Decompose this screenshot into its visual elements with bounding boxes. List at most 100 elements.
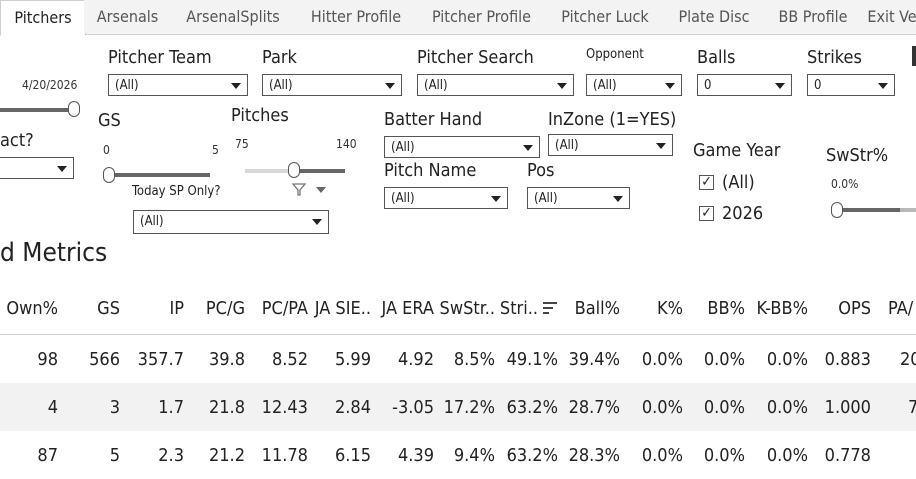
col-ja-siera[interactable]: JA SIE.. — [315, 298, 371, 319]
gs-label: GS — [98, 110, 121, 131]
opponent-dropdown[interactable]: (All) — [586, 74, 682, 96]
cell: 566 — [89, 349, 120, 370]
batter-hand-dropdown[interactable]: (All) — [384, 136, 540, 158]
pitcher-search-dropdown[interactable]: (All) — [417, 74, 574, 96]
cell: 0.0% — [641, 349, 683, 370]
tab-arsenalsplits[interactable]: ArsenalSplits — [171, 0, 296, 33]
tab-bar: Pitchers Arsenals ArsenalSplits Hitter P… — [0, 0, 916, 36]
col-pc-g[interactable]: PC/G — [206, 298, 245, 319]
chevron-down-icon — [57, 166, 67, 172]
swstr-slider-fill — [838, 208, 900, 212]
today-sp-dropdown[interactable]: (All) — [133, 210, 329, 234]
gs-slider-handle[interactable] — [103, 167, 115, 183]
inzone-label: InZone (1=YES) — [548, 109, 677, 130]
park-dropdown[interactable]: (All) — [262, 74, 402, 96]
col-pc-pa[interactable]: PC/PA — [262, 298, 308, 319]
pos-value: (All) — [534, 191, 558, 206]
cell: 21.2 — [208, 445, 245, 466]
col-ops[interactable]: OPS — [838, 298, 871, 319]
date-slider-fill — [0, 108, 72, 112]
tab-hitter-profile[interactable]: Hitter Profile — [295, 0, 418, 33]
pitches-label: Pitches — [231, 105, 289, 126]
opponent-label: Opponent — [586, 47, 644, 62]
cell: 4.39 — [397, 445, 434, 466]
section-title: d Metrics — [0, 238, 108, 268]
pitcher-team-label: Pitcher Team — [108, 47, 212, 68]
table-row[interactable]: 98 566 357.7 39.8 8.52 5.99 4.92 8.5% 49… — [0, 335, 916, 383]
cell: 9.4% — [453, 445, 495, 466]
chevron-down-icon — [491, 196, 501, 202]
pitcher-team-value: (All) — [115, 78, 139, 93]
balls-dropdown[interactable]: 0 — [697, 74, 792, 96]
sort-icon[interactable] — [543, 301, 557, 315]
pitch-name-dropdown[interactable]: (All) — [384, 187, 508, 209]
balls-label: Balls — [697, 47, 736, 68]
col-swstr[interactable]: SwStr.. — [440, 298, 495, 319]
cell: 39.4% — [568, 349, 620, 370]
cell: 28.3% — [568, 445, 620, 466]
contact-dropdown[interactable] — [0, 157, 74, 179]
col-ball-pct[interactable]: Ball% — [575, 298, 620, 319]
cell: 6.15 — [334, 445, 371, 466]
cell: 0.0% — [641, 445, 683, 466]
cell: 11.78 — [261, 445, 308, 466]
tab-pitcher-profile[interactable]: Pitcher Profile — [417, 0, 547, 33]
chevron-down-icon — [878, 83, 888, 89]
tab-pitcher-luck[interactable]: Pitcher Luck — [546, 0, 665, 33]
cell: 0.883 — [824, 349, 871, 370]
cell: 39.8 — [208, 349, 245, 370]
col-own-pct[interactable]: Own% — [6, 298, 58, 319]
pos-dropdown[interactable]: (All) — [527, 187, 630, 209]
cell: 17.2% — [443, 397, 495, 418]
col-ja-era[interactable]: JA ERA — [382, 298, 435, 319]
batter-hand-value: (All) — [391, 140, 415, 155]
col-bb-pct[interactable]: BB% — [707, 298, 745, 319]
tab-pitchers[interactable]: Pitchers — [0, 0, 86, 36]
pos-label: Pos — [527, 160, 555, 181]
col-strike-pct[interactable]: Stri.. — [500, 298, 538, 319]
gs-min: 0 — [103, 143, 110, 157]
cell: 2.84 — [334, 397, 371, 418]
swstr-min: 0.0% — [831, 177, 859, 191]
chevron-down-icon — [557, 83, 567, 89]
pitcher-team-dropdown[interactable]: (All) — [108, 74, 248, 96]
strikes-value: 0 — [814, 78, 822, 93]
strikes-dropdown[interactable]: 0 — [807, 74, 895, 96]
park-label: Park — [262, 47, 297, 68]
pitches-slider-fill — [293, 169, 345, 173]
pitcher-search-label: Pitcher Search — [417, 47, 534, 68]
tab-arsenals[interactable]: Arsenals — [84, 0, 172, 33]
game-year-all-checkbox[interactable]: ✓ — [699, 175, 714, 190]
table-row[interactable]: 4 3 1.7 21.8 12.43 2.84 -3.05 17.2% 63.2… — [0, 383, 916, 431]
col-k-bb-pct[interactable]: K-BB% — [756, 298, 808, 319]
col-gs[interactable]: GS — [97, 298, 120, 319]
pitches-slider-track — [245, 169, 293, 173]
inzone-dropdown[interactable]: (All) — [548, 134, 673, 156]
tab-exit-velo[interactable]: Exit Ve — [862, 0, 916, 33]
filter-icon[interactable] — [292, 183, 328, 197]
date-slider-handle[interactable] — [68, 101, 80, 117]
chevron-down-icon — [385, 83, 395, 89]
col-ip[interactable]: IP — [169, 298, 184, 319]
pitches-slider-handle[interactable] — [288, 162, 300, 178]
chevron-down-icon — [665, 83, 675, 89]
cell: 7 — [908, 397, 916, 418]
cell: 49.1% — [506, 349, 558, 370]
cell: 8.52 — [271, 349, 308, 370]
table-row[interactable]: 87 5 2.3 21.2 11.78 6.15 4.39 9.4% 63.2%… — [0, 431, 916, 479]
gs-slider-track — [108, 173, 210, 177]
col-pa[interactable]: PA/ — [888, 298, 913, 319]
cell: -3.05 — [392, 397, 434, 418]
balls-value: 0 — [704, 78, 712, 93]
swstr-slider-handle[interactable] — [831, 202, 843, 218]
chevron-down-icon — [231, 83, 241, 89]
tab-plate-disc[interactable]: Plate Disc — [664, 0, 765, 33]
game-year-2026-checkbox[interactable]: ✓ — [699, 206, 714, 221]
pitches-max: 140 — [336, 137, 357, 151]
filter-edge-marker — [912, 46, 916, 66]
strikes-label: Strikes — [807, 47, 862, 68]
col-k-pct[interactable]: K% — [657, 298, 683, 319]
today-sp-label: Today SP Only? — [132, 184, 221, 199]
tab-bb-profile[interactable]: BB Profile — [764, 0, 863, 33]
cell: 63.2% — [506, 445, 558, 466]
